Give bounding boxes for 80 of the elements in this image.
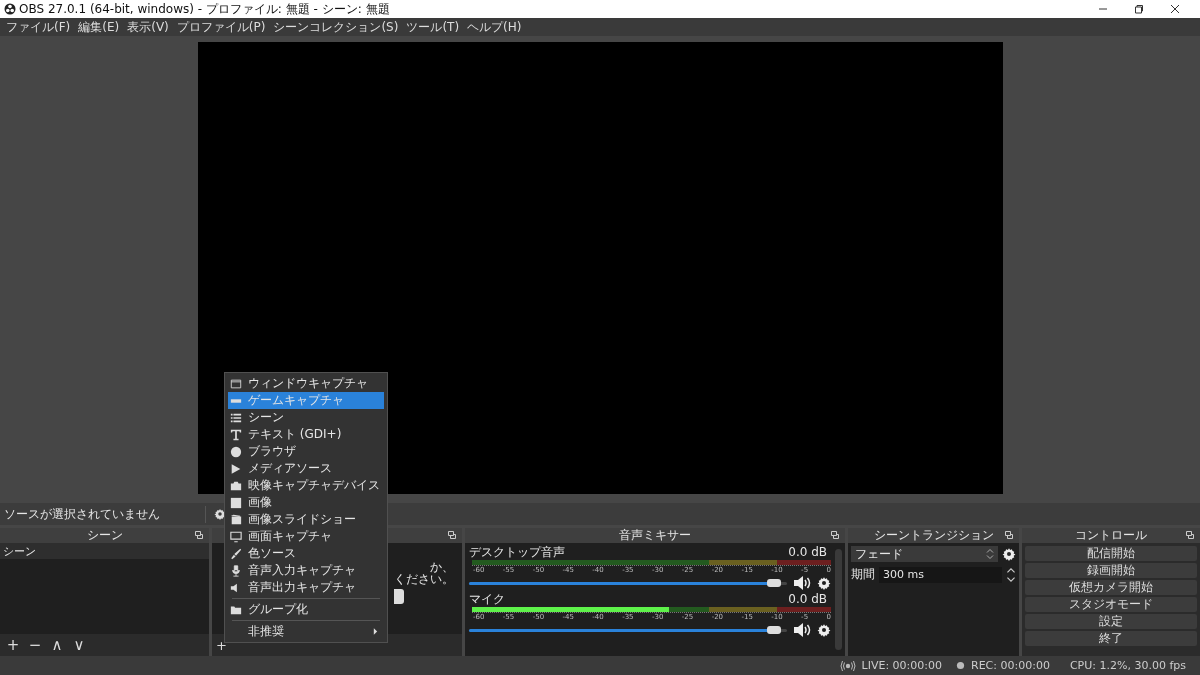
- window-title: OBS 27.0.1 (64-bit, windows) - プロファイル: 無題 - シーン: 無題: [19, 0, 391, 18]
- channel-name: デスクトップ音声: [469, 546, 565, 559]
- menu-item[interactable]: 音声入力キャプチャ: [228, 562, 384, 579]
- float-icon[interactable]: [1186, 531, 1194, 539]
- duration-label: 期間: [851, 566, 875, 583]
- duration-field[interactable]: 300 ms: [879, 566, 1002, 583]
- sources-hint: か、: [430, 561, 454, 573]
- volume-slider[interactable]: [469, 628, 787, 632]
- menu-item[interactable]: 表示(V): [127, 18, 169, 36]
- play-icon: [230, 462, 242, 475]
- window-icon: [230, 377, 242, 390]
- menu-item[interactable]: 編集(E): [78, 18, 120, 36]
- source-status: ソースが選択されていません: [0, 505, 206, 523]
- menu-item[interactable]: テキスト (GDI+): [228, 426, 384, 443]
- chevron-right-icon: [373, 628, 378, 635]
- menu-item[interactable]: 映像キャプチャデバイス: [228, 477, 384, 494]
- brush-icon: [230, 547, 242, 560]
- panel-title: シーントランジション: [873, 527, 994, 544]
- menu-item[interactable]: 画像スライドショー: [228, 511, 384, 528]
- record-dot-icon: [956, 661, 965, 670]
- menu-item[interactable]: ウィンドウキャプチャ: [228, 375, 384, 392]
- float-icon[interactable]: [1005, 531, 1013, 539]
- scene-toolbar-button[interactable]: −: [24, 636, 46, 654]
- source-toolbar-button[interactable]: +: [216, 637, 226, 653]
- menu-item[interactable]: グループ化: [228, 601, 384, 618]
- settings-icon[interactable]: [817, 576, 831, 590]
- menu-item[interactable]: ヘルプ(H): [467, 18, 522, 36]
- control-button[interactable]: スタジオモード: [1025, 597, 1197, 612]
- float-icon[interactable]: [195, 531, 203, 539]
- channel-reading: 0.0 dB: [788, 593, 827, 606]
- text-icon: [230, 428, 242, 441]
- cpu-stats: CPU: 1.2%, 30.00 fps: [1069, 659, 1186, 672]
- channel-name: マイク: [469, 593, 505, 606]
- volume-slider[interactable]: [469, 581, 787, 585]
- channel-reading: 0.0 dB: [788, 546, 827, 559]
- menu-item[interactable]: プロファイル(P): [176, 18, 266, 36]
- app-logo-icon: [4, 3, 16, 15]
- speaker-icon[interactable]: [793, 576, 811, 590]
- list-icon: [230, 411, 242, 424]
- settings-icon[interactable]: [1002, 547, 1016, 561]
- scene-toolbar-button[interactable]: +: [2, 636, 24, 654]
- menu-item[interactable]: シーン: [228, 409, 384, 426]
- settings-icon[interactable]: [817, 623, 831, 637]
- slideshow-icon: [230, 513, 242, 526]
- sources-hint: ください。: [394, 573, 454, 585]
- menu-item[interactable]: 色ソース: [228, 545, 384, 562]
- control-button[interactable]: 設定: [1025, 614, 1197, 629]
- restore-icon[interactable]: [1134, 4, 1144, 14]
- scene-item[interactable]: シーン: [0, 543, 209, 559]
- menu-item[interactable]: 画像: [228, 494, 384, 511]
- scrollbar[interactable]: [835, 549, 842, 650]
- float-icon[interactable]: [831, 531, 839, 539]
- broadcast-icon: [839, 659, 856, 672]
- scene-toolbar-button[interactable]: ∨: [68, 636, 90, 654]
- microphone-icon: [230, 564, 242, 577]
- rec-time: REC: 00:00:00: [971, 659, 1050, 672]
- transition-dropdown[interactable]: フェード: [851, 546, 998, 562]
- float-icon[interactable]: [448, 531, 456, 539]
- menu-item[interactable]: ファイル(F): [6, 18, 71, 36]
- panel-title: シーン: [86, 527, 123, 544]
- monitor-icon: [230, 530, 242, 543]
- speaker-icon[interactable]: [793, 623, 811, 637]
- panel-title: 音声ミキサー: [619, 527, 691, 544]
- close-icon[interactable]: [1170, 4, 1180, 14]
- menu-item[interactable]: ツール(T): [406, 18, 460, 36]
- control-button[interactable]: 配信開始: [1025, 546, 1197, 561]
- control-button[interactable]: 仮想カメラ開始: [1025, 580, 1197, 595]
- updown-icon: [986, 548, 994, 560]
- image-icon: [230, 496, 242, 509]
- menu-item[interactable]: 音声出力キャプチャ: [228, 579, 384, 596]
- menu-item[interactable]: ブラウザ: [228, 443, 384, 460]
- menu-item[interactable]: シーンコレクション(S): [273, 18, 399, 36]
- spinner-arrows-icon[interactable]: [1006, 566, 1016, 583]
- scene-toolbar-button[interactable]: ∧: [46, 636, 68, 654]
- live-time: LIVE: 00:00:00: [861, 659, 942, 672]
- control-button[interactable]: 録画開始: [1025, 563, 1197, 578]
- panel-title: コントロール: [1075, 527, 1147, 544]
- menu-item[interactable]: メディアソース: [228, 460, 384, 477]
- control-button[interactable]: 終了: [1025, 631, 1197, 646]
- submenu-item[interactable]: 非推奨: [228, 623, 384, 640]
